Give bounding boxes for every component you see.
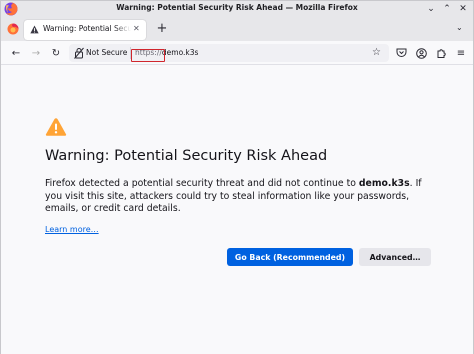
insecure-lock-icon[interactable] xyxy=(74,47,84,59)
reload-icon[interactable]: ↻ xyxy=(49,46,63,60)
back-arrow-icon[interactable]: ← xyxy=(9,46,23,60)
close-window-icon[interactable]: ✕ xyxy=(456,2,470,16)
warning-icon xyxy=(45,118,67,136)
tab-label: Warning: Potential Security Risk Ahead xyxy=(43,24,131,33)
title-bar: Warning: Potential Security Risk Ahead —… xyxy=(1,1,473,18)
warning-icon xyxy=(30,25,39,34)
browser-window: Warning: Potential Security Risk Ahead —… xyxy=(0,0,474,354)
window-title: Warning: Potential Security Risk Ahead —… xyxy=(116,3,358,12)
extensions-icon[interactable] xyxy=(434,46,448,60)
page-heading: Warning: Potential Security Risk Ahead xyxy=(45,148,328,164)
url-highlight-box xyxy=(131,49,165,62)
desc-text-before: Firefox detected a potential security th… xyxy=(45,178,359,189)
url-host: demo.k3s xyxy=(161,48,199,57)
address-bar[interactable]: Not Secure https://demo.k3s ☆ xyxy=(69,44,389,62)
tab-active[interactable]: Warning: Potential Security Risk Ahead ✕ xyxy=(24,20,146,40)
minimize-icon[interactable]: ⌄ xyxy=(424,2,438,16)
hamburger-menu-icon[interactable]: ≡ xyxy=(454,46,468,60)
warning-description: Firefox detected a potential security th… xyxy=(45,178,435,216)
desc-domain: demo.k3s xyxy=(358,178,410,189)
tab-strip: Warning: Potential Security Risk Ahead ✕… xyxy=(1,18,473,41)
go-back-button[interactable]: Go Back (Recommended) xyxy=(227,248,353,266)
new-tab-icon[interactable]: + xyxy=(154,21,170,37)
maximize-icon[interactable]: ⌃ xyxy=(440,2,454,16)
forward-arrow-icon[interactable]: → xyxy=(29,46,43,60)
advanced-button[interactable]: Advanced… xyxy=(359,248,431,266)
pocket-icon[interactable] xyxy=(394,46,408,60)
account-icon[interactable] xyxy=(414,46,428,60)
tab-close-icon[interactable]: ✕ xyxy=(133,24,140,33)
list-all-tabs-icon[interactable]: ⌄ xyxy=(456,23,463,32)
not-secure-label[interactable]: Not Secure xyxy=(86,48,127,57)
bookmark-star-icon[interactable]: ☆ xyxy=(372,47,381,58)
error-page: Warning: Potential Security Risk Ahead F… xyxy=(1,66,473,354)
learn-more-link[interactable]: Learn more… xyxy=(45,225,99,234)
firefox-view-icon[interactable] xyxy=(7,23,19,35)
navigation-toolbar: ← → ↻ Not Secure https://demo.k3s ☆ ≡ xyxy=(1,41,473,65)
